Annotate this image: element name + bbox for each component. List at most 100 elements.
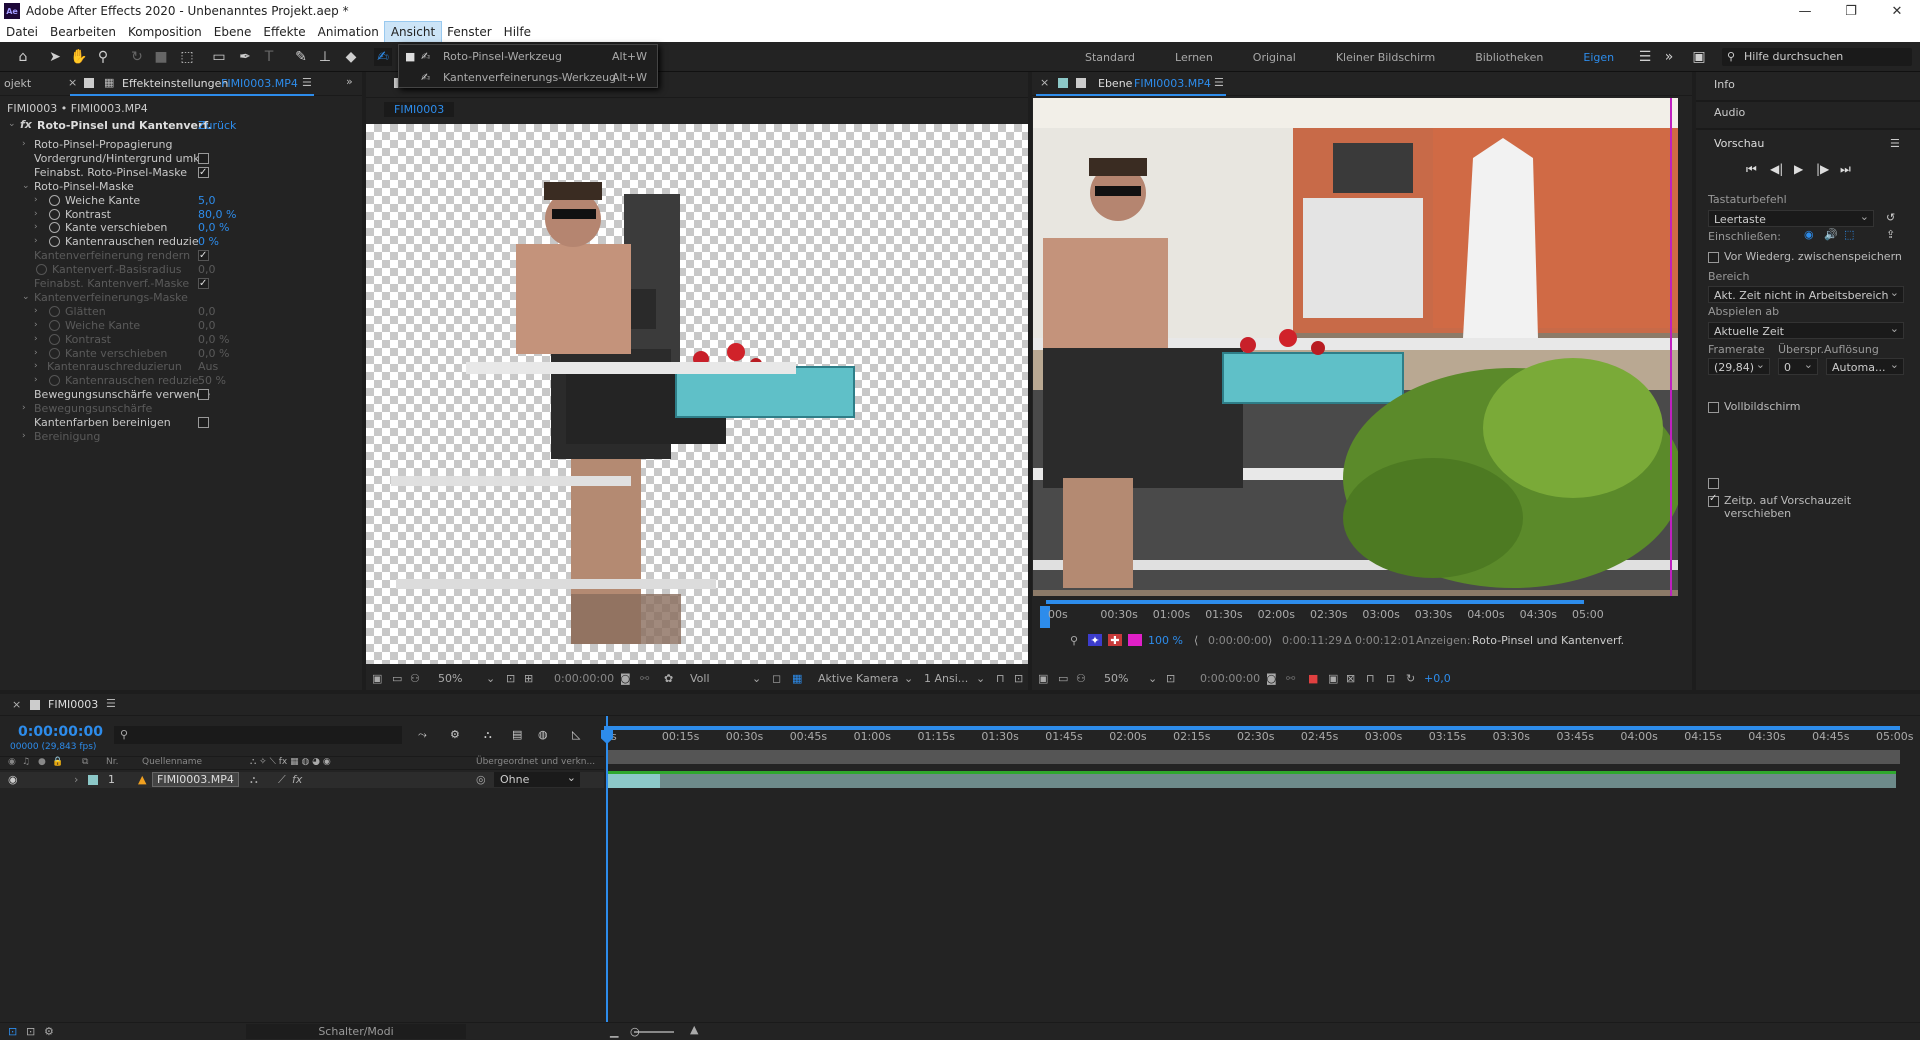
motion-blur-icon[interactable]: ◍ xyxy=(538,728,548,741)
parent-pickwhip-icon[interactable]: ◎ xyxy=(476,773,486,786)
fit-icon[interactable]: ⊡ xyxy=(1166,672,1175,685)
selection-tool-icon[interactable]: ➤ xyxy=(46,48,64,66)
skip-select[interactable]: 0 xyxy=(1778,356,1818,375)
toggle-layer-switches-icon[interactable]: ⊡ xyxy=(8,1025,17,1038)
fast-preview-icon[interactable]: ⊡ xyxy=(1386,672,1395,685)
effect-controls-tab[interactable]: Effekteinstellungen xyxy=(122,77,228,90)
layer-time-ruler[interactable]: 00s 00:30s 01:00s 01:30s 02:00s 02:30s 03:00s 0… xyxy=(1032,596,1692,630)
camera-tool-icon[interactable]: ■ xyxy=(152,48,170,66)
timeline-work-area[interactable] xyxy=(606,750,1900,764)
toggle-transfer-icon[interactable]: ⊡ xyxy=(26,1025,35,1038)
effect-property-checkbox[interactable] xyxy=(198,247,209,264)
twirl-open-icon[interactable]: ⌄ xyxy=(8,119,16,129)
more-workspaces-icon[interactable]: » xyxy=(1660,48,1678,66)
pan-behind-tool-icon[interactable]: ⬚ xyxy=(178,48,196,66)
effect-property-checkbox[interactable] xyxy=(198,164,209,181)
monitor-icon[interactable]: ▭ xyxy=(392,672,402,685)
include-overlays-icon[interactable]: ⬚ xyxy=(1844,228,1854,241)
stopwatch-icon[interactable] xyxy=(49,347,60,359)
timeline-timecode[interactable]: 0:00:00:00 xyxy=(18,724,103,740)
propagate-icon[interactable]: ✦ xyxy=(1088,634,1102,647)
menu-item-fenster[interactable]: Fenster xyxy=(441,22,498,42)
draft-3d-icon[interactable]: ⚙ xyxy=(450,728,460,741)
rotate-tool-icon[interactable]: ↻ xyxy=(128,48,146,66)
views-select[interactable]: 1 Ansi... xyxy=(924,672,968,685)
brush-tool-icon[interactable]: ✎ xyxy=(292,48,310,66)
camera-dropdown-icon[interactable]: ⌄ xyxy=(904,672,913,685)
region-icon[interactable]: ▣ xyxy=(1328,672,1338,685)
overlay-color-swatch[interactable] xyxy=(1128,634,1142,646)
type-tool-icon[interactable]: T xyxy=(260,48,278,66)
last-frame-icon[interactable]: ⏭ xyxy=(1840,162,1851,177)
comp-zoom-select[interactable]: 50% xyxy=(438,672,462,685)
framerate-select[interactable]: (29,84) xyxy=(1708,356,1770,375)
move-time-checkbox[interactable] xyxy=(1708,493,1719,507)
timeline-time-ruler[interactable]: 0s00:15s00:30s00:45s01:00s01:15s01:30s01… xyxy=(604,730,1913,752)
layer-label-color[interactable] xyxy=(88,775,98,785)
stopwatch-icon[interactable] xyxy=(49,319,60,331)
zoom-slider-track[interactable] xyxy=(634,1031,674,1033)
stopwatch-icon[interactable] xyxy=(49,236,60,248)
resolution-select[interactable]: Automa... xyxy=(1826,356,1904,375)
overlay-opacity[interactable]: 100 % xyxy=(1148,634,1183,647)
play-cached-checkbox[interactable] xyxy=(1708,478,1719,489)
parent-select[interactable]: Ohne ⌄ xyxy=(494,771,580,787)
rectangle-tool-icon[interactable]: ▭ xyxy=(210,48,228,66)
menu-item-animation[interactable]: Animation xyxy=(312,22,385,42)
show-snapshot-icon[interactable]: ⚯ xyxy=(1286,672,1295,685)
grid-icon[interactable]: ⊠ xyxy=(1346,672,1355,685)
view-select[interactable]: Roto-Pinsel und Kantenverf. xyxy=(1472,634,1624,647)
zoom-dropdown-icon[interactable]: ⌄ xyxy=(1148,672,1157,685)
dropdown-item-roto-brush[interactable]: ■ ✍ Roto-Pinsel-Werkzeug Alt+W xyxy=(399,46,657,67)
expand-panels-icon[interactable]: » xyxy=(346,75,353,88)
menu-item-datei[interactable]: Datei xyxy=(0,22,44,42)
layer-current-time[interactable]: 0:00:00:00 xyxy=(1200,672,1260,685)
menu-item-ansicht[interactable]: Ansicht xyxy=(383,21,443,43)
panel-lock-icon[interactable] xyxy=(84,78,94,88)
monitor-icon[interactable]: ▭ xyxy=(1058,672,1068,685)
layer-switch-quality-icon[interactable]: ⟋ xyxy=(278,773,286,787)
views-dropdown-icon[interactable]: ⌄ xyxy=(976,672,985,685)
snapshot-icon[interactable]: ◙ xyxy=(1266,672,1277,685)
maximize-icon[interactable]: ❐ xyxy=(1828,0,1874,22)
close-icon[interactable]: ✕ xyxy=(1874,0,1920,22)
twirl-closed-icon[interactable]: › xyxy=(22,428,26,445)
minimize-icon[interactable]: — xyxy=(1782,0,1828,22)
stopwatch-icon[interactable] xyxy=(49,375,60,387)
snapshot-icon[interactable]: ◙ xyxy=(620,672,631,685)
cache-before-checkbox[interactable] xyxy=(1708,252,1719,263)
layer-zoom-select[interactable]: 50% xyxy=(1104,672,1128,685)
fast-preview-icon[interactable]: ⊡ xyxy=(1014,672,1023,685)
resolution-select[interactable]: Voll xyxy=(690,672,710,685)
camera-select[interactable]: Aktive Kamera xyxy=(818,672,899,685)
stopwatch-icon[interactable] xyxy=(49,333,60,345)
comp-current-time[interactable]: 0:00:00:00 xyxy=(554,672,614,685)
zoom-slider-thumb[interactable]: ○ xyxy=(630,1025,640,1038)
always-preview-icon[interactable]: ▣ xyxy=(372,672,382,685)
close-tab-icon[interactable]: × xyxy=(68,76,77,89)
reset-link[interactable]: Zurück xyxy=(198,119,236,132)
zoom-in-icon[interactable]: ▲ xyxy=(690,1023,698,1036)
play-from-select[interactable]: Aktuelle Zeit xyxy=(1708,320,1904,339)
out-point-icon[interactable]: ⟩ xyxy=(1268,634,1272,647)
layer-twirl-icon[interactable]: › xyxy=(74,773,78,786)
fx-icon[interactable]: fx xyxy=(20,118,32,131)
color-channel-icon[interactable]: ■ xyxy=(1308,672,1318,685)
include-video-icon[interactable]: ◉ xyxy=(1804,228,1814,241)
menu-item-ebene[interactable]: Ebene xyxy=(208,22,258,42)
switch-modes-button[interactable]: Schalter/Modi xyxy=(246,1024,466,1039)
play-icon[interactable]: ▶ xyxy=(1794,162,1803,176)
shortcut-select[interactable]: Leertaste xyxy=(1708,208,1874,227)
previous-frame-icon[interactable]: ◀| xyxy=(1770,162,1783,176)
include-audio-icon[interactable]: 🔊 xyxy=(1824,228,1838,241)
timeline-playhead[interactable] xyxy=(606,716,608,1022)
pen-tool-icon[interactable]: ✒ xyxy=(236,48,254,66)
source-name-header[interactable]: Quellenname xyxy=(142,757,202,767)
layer-visibility-icon[interactable]: ◉ xyxy=(8,773,18,786)
stopwatch-icon[interactable] xyxy=(49,305,60,317)
comp-flowchart-tab[interactable]: FIMI0003 xyxy=(384,102,455,117)
effect-header-row[interactable]: ⌄ fx Roto-Pinsel und Kantenverf. Zurück xyxy=(0,118,362,136)
workspace-lernen[interactable]: Lernen xyxy=(1175,51,1213,64)
toggle-pixel-aspect-icon[interactable]: ⊓ xyxy=(996,672,1005,685)
always-preview-icon[interactable]: ▣ xyxy=(1038,672,1048,685)
